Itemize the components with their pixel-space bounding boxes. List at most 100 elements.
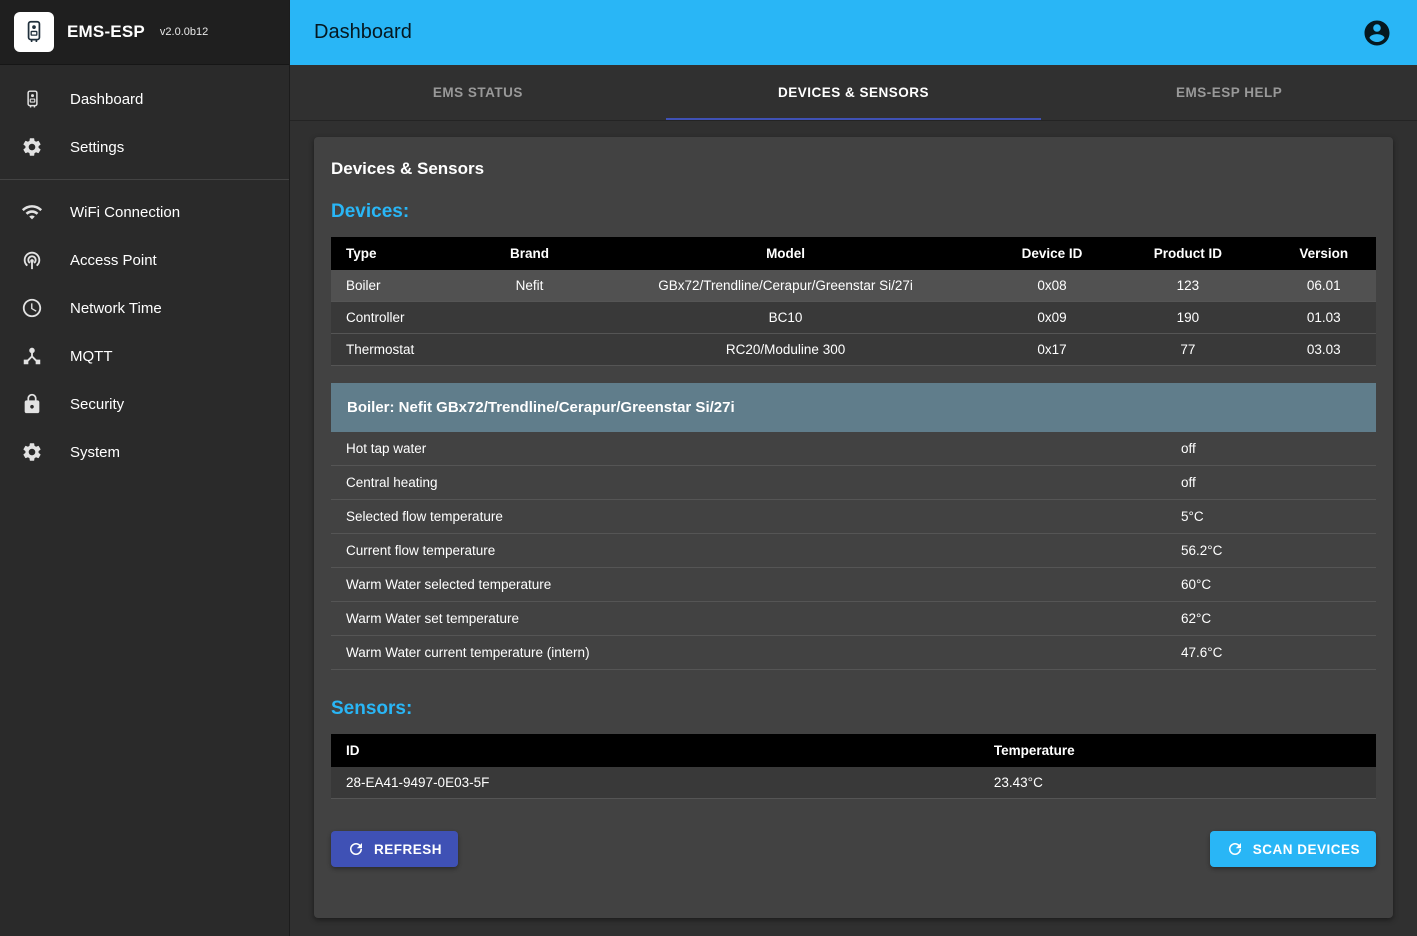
- detail-label: Hot tap water: [331, 432, 1181, 465]
- selected-device-banner: Boiler: Nefit GBx72/Trendline/Cerapur/Gr…: [331, 383, 1376, 432]
- cell-device-id: 0x09: [1000, 302, 1105, 334]
- actions-row: REFRESH SCAN DEVICES: [331, 831, 1376, 867]
- table-row-sensor: 28-EA41-9497-0E03-5F 23.43°C: [331, 767, 1376, 799]
- sidebar-item-dashboard[interactable]: Dashboard: [0, 75, 289, 123]
- detail-label: Selected flow temperature: [331, 500, 1181, 533]
- boiler-logo-icon: [21, 19, 47, 45]
- devices-table-header-row: Type Brand Model Device ID Product ID Ve…: [331, 237, 1376, 270]
- column-header-temperature: Temperature: [979, 734, 1376, 767]
- cell-product-id: 77: [1104, 334, 1271, 366]
- lock-icon: [20, 392, 44, 416]
- detail-value: 62°C: [1181, 602, 1376, 635]
- dashboard-icon: [20, 87, 44, 111]
- access-point-icon: [20, 248, 44, 272]
- app-title: EMS-ESP: [67, 22, 145, 42]
- detail-label: Central heating: [331, 466, 1181, 499]
- tab-ems-status[interactable]: EMS STATUS: [290, 65, 666, 120]
- wifi-icon: [20, 200, 44, 224]
- sensors-table-header-row: ID Temperature: [331, 734, 1376, 767]
- sensors-heading: Sensors:: [331, 698, 1376, 720]
- cell-device-id: 0x08: [1000, 270, 1105, 302]
- sidebar-divider: [0, 179, 289, 180]
- column-header-brand: Brand: [488, 237, 572, 270]
- device-hub-icon: [20, 344, 44, 368]
- sidebar-header: EMS-ESP v2.0.0b12: [0, 0, 289, 65]
- app-root: EMS-ESP v2.0.0b12 Dashboard Settings: [0, 0, 1417, 936]
- gear-icon: [20, 135, 44, 159]
- refresh-button[interactable]: REFRESH: [331, 831, 458, 867]
- scan-devices-button[interactable]: SCAN DEVICES: [1210, 831, 1376, 867]
- table-row-controller[interactable]: Controller BC10 0x09 190 01.03: [331, 302, 1376, 334]
- devices-sensors-card: Devices & Sensors Devices: Type Brand Mo…: [314, 137, 1393, 918]
- column-header-product-id: Product ID: [1104, 237, 1271, 270]
- detail-row: Selected flow temperature 5°C: [331, 500, 1376, 534]
- detail-row: Warm Water selected temperature 60°C: [331, 568, 1376, 602]
- table-row-boiler[interactable]: Boiler Nefit GBx72/Trendline/Cerapur/Gre…: [331, 270, 1376, 302]
- cell-type: Controller: [331, 302, 488, 334]
- appbar: Dashboard: [290, 0, 1417, 65]
- sidebar-item-label: Security: [70, 396, 124, 413]
- sidebar-item-label: Dashboard: [70, 91, 143, 108]
- device-detail-list: Hot tap water off Central heating off Se…: [331, 432, 1376, 670]
- sidebar-item-access-point[interactable]: Access Point: [0, 236, 289, 284]
- detail-label: Warm Water current temperature (intern): [331, 636, 1181, 669]
- cell-version: 01.03: [1271, 302, 1376, 334]
- tab-devices-sensors[interactable]: DEVICES & SENSORS: [666, 65, 1042, 120]
- sidebar-item-label: WiFi Connection: [70, 204, 180, 221]
- column-header-model: Model: [571, 237, 999, 270]
- sidebar-item-system[interactable]: System: [0, 428, 289, 476]
- cell-device-id: 0x17: [1000, 334, 1105, 366]
- detail-label: Warm Water selected temperature: [331, 568, 1181, 601]
- scan-icon: [1226, 840, 1244, 858]
- sidebar-item-label: Network Time: [70, 300, 162, 317]
- cell-model: RC20/Moduline 300: [571, 334, 999, 366]
- detail-value: 5°C: [1181, 500, 1376, 533]
- cell-type: Boiler: [331, 270, 488, 302]
- detail-label: Current flow temperature: [331, 534, 1181, 567]
- sidebar-nav: Dashboard Settings WiFi Connection Acc: [0, 65, 289, 486]
- table-row-thermostat[interactable]: Thermostat RC20/Moduline 300 0x17 77 03.…: [331, 334, 1376, 366]
- sidebar-item-label: System: [70, 444, 120, 461]
- gear-icon: [20, 440, 44, 464]
- detail-row: Current flow temperature 56.2°C: [331, 534, 1376, 568]
- detail-label: Warm Water set temperature: [331, 602, 1181, 635]
- sidebar-item-label: Access Point: [70, 252, 157, 269]
- sidebar-item-label: Settings: [70, 139, 124, 156]
- page-title: Dashboard: [314, 21, 412, 44]
- detail-row: Central heating off: [331, 466, 1376, 500]
- detail-row: Warm Water set temperature 62°C: [331, 602, 1376, 636]
- devices-heading: Devices:: [331, 201, 1376, 223]
- refresh-button-label: REFRESH: [374, 842, 442, 857]
- detail-row: Hot tap water off: [331, 432, 1376, 466]
- main-area: Dashboard EMS STATUS DEVICES & SENSORS E…: [290, 0, 1417, 936]
- tab-ems-esp-help[interactable]: EMS-ESP HELP: [1041, 65, 1417, 120]
- detail-value: 56.2°C: [1181, 534, 1376, 567]
- scan-devices-button-label: SCAN DEVICES: [1253, 842, 1360, 857]
- cell-version: 06.01: [1271, 270, 1376, 302]
- clock-icon: [20, 296, 44, 320]
- column-header-device-id: Device ID: [1000, 237, 1105, 270]
- sensors-table: ID Temperature 28-EA41-9497-0E03-5F 23.4…: [331, 734, 1376, 799]
- sidebar-item-network-time[interactable]: Network Time: [0, 284, 289, 332]
- cell-sensor-id: 28-EA41-9497-0E03-5F: [331, 767, 979, 799]
- cell-version: 03.03: [1271, 334, 1376, 366]
- sidebar-item-mqtt[interactable]: MQTT: [0, 332, 289, 380]
- column-header-id: ID: [331, 734, 979, 767]
- sidebar-item-settings[interactable]: Settings: [0, 123, 289, 171]
- tab-bar: EMS STATUS DEVICES & SENSORS EMS-ESP HEL…: [290, 65, 1417, 120]
- cell-brand: [488, 302, 572, 334]
- cell-brand: [488, 334, 572, 366]
- sidebar-item-security[interactable]: Security: [0, 380, 289, 428]
- detail-row: Warm Water current temperature (intern) …: [331, 636, 1376, 670]
- content-area: Devices & Sensors Devices: Type Brand Mo…: [290, 120, 1417, 936]
- account-button[interactable]: [1361, 17, 1393, 49]
- account-circle-icon: [1362, 18, 1392, 48]
- app-version: v2.0.0b12: [160, 26, 208, 38]
- detail-value: 60°C: [1181, 568, 1376, 601]
- cell-sensor-temperature: 23.43°C: [979, 767, 1376, 799]
- sidebar-item-wifi-connection[interactable]: WiFi Connection: [0, 188, 289, 236]
- sidebar-item-label: MQTT: [70, 348, 113, 365]
- column-header-version: Version: [1271, 237, 1376, 270]
- app-logo: [14, 12, 54, 52]
- detail-value: off: [1181, 432, 1376, 465]
